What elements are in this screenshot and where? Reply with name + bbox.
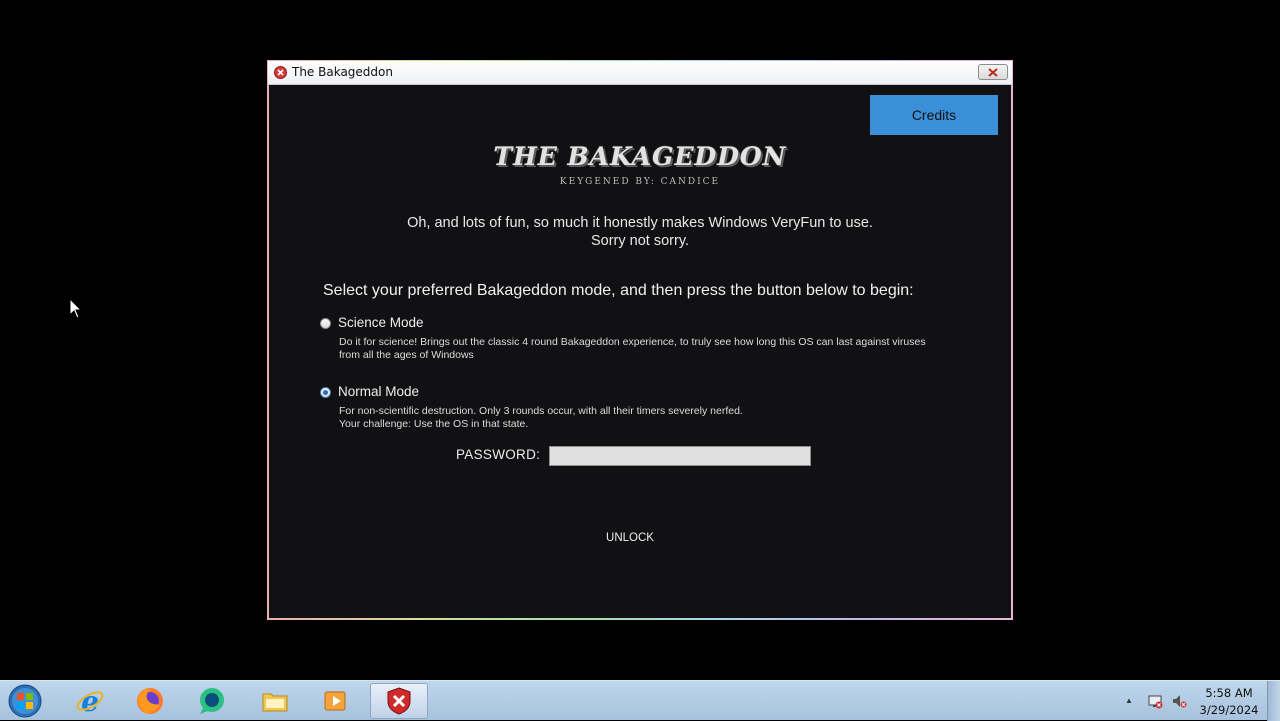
- normal-mode-description: For non-scientific destruction. Only 3 r…: [339, 405, 949, 431]
- title-bar[interactable]: The Bakageddon: [268, 61, 1012, 85]
- internet-explorer-icon: e: [76, 686, 104, 716]
- chat-app-taskbar-item[interactable]: [183, 683, 241, 719]
- window-title: The Bakageddon: [292, 65, 393, 79]
- firefox-icon: [137, 688, 163, 714]
- logo-title: THE BAKAGEDDON: [493, 142, 787, 171]
- folder-icon: [262, 693, 288, 712]
- clock-date: 3/29/2024: [1199, 703, 1259, 717]
- media-player-icon: [324, 691, 346, 711]
- network-error-icon[interactable]: [1147, 693, 1163, 709]
- show-hidden-icons-button[interactable]: ▲: [1125, 696, 1133, 705]
- normal-mode-description-line-2: Your challenge: Use the OS in that state…: [339, 418, 529, 430]
- science-mode-description: Do it for science! Brings out the classi…: [339, 336, 926, 361]
- normal-mode-radio[interactable]: [320, 387, 331, 398]
- bakageddon-app-icon: [387, 687, 411, 715]
- firefox-taskbar-item[interactable]: [121, 683, 179, 719]
- password-label: PASSWORD:: [456, 447, 541, 462]
- intro-line-1: Oh, and lots of fun, so much it honestly…: [407, 215, 873, 231]
- mode-instruction: Select your preferred Bakageddon mode, a…: [323, 282, 914, 299]
- svg-text:e: e: [81, 686, 99, 716]
- clock-time: 5:58 AM: [1205, 686, 1253, 700]
- normal-mode-label[interactable]: Normal Mode: [338, 384, 419, 399]
- window-client-area: Credits THE BAKAGEDDON KEYGENED BY: CAND…: [269, 85, 1011, 618]
- internet-explorer-taskbar-item[interactable]: e: [61, 683, 119, 719]
- unlock-button[interactable]: UNLOCK: [589, 528, 671, 548]
- system-clock[interactable]: 5:58 AM 3/29/2024: [1198, 685, 1260, 719]
- taskbar: e ▲ 5:58 AM 3/29/2024: [0, 680, 1280, 721]
- intro-text: Oh, and lots of fun, so much it honestly…: [269, 214, 1011, 250]
- media-player-taskbar-item[interactable]: [307, 683, 365, 719]
- file-explorer-taskbar-item[interactable]: [246, 683, 304, 719]
- bakageddon-taskbar-item[interactable]: [370, 683, 428, 719]
- volume-muted-icon[interactable]: [1171, 693, 1187, 709]
- credits-button[interactable]: Credits: [870, 95, 998, 135]
- science-mode-label[interactable]: Science Mode: [338, 315, 424, 330]
- close-button[interactable]: [978, 64, 1008, 80]
- normal-mode-description-line-1: For non-scientific destruction. Only 3 r…: [339, 405, 743, 417]
- app-error-icon: [274, 66, 287, 79]
- science-mode-radio[interactable]: [320, 318, 331, 329]
- mouse-cursor-icon: [69, 298, 83, 319]
- show-desktop-button[interactable]: [1267, 681, 1280, 721]
- start-orb-icon[interactable]: [5, 682, 45, 720]
- chat-icon: [200, 688, 224, 714]
- app-window: The Bakageddon Credits THE BAKAGEDDON KE…: [267, 60, 1013, 620]
- close-icon: [988, 67, 998, 77]
- logo-subtitle: KEYGENED BY: CANDICE: [559, 177, 721, 187]
- intro-line-2: Sorry not sorry.: [590, 233, 690, 249]
- password-input[interactable]: [549, 446, 811, 466]
